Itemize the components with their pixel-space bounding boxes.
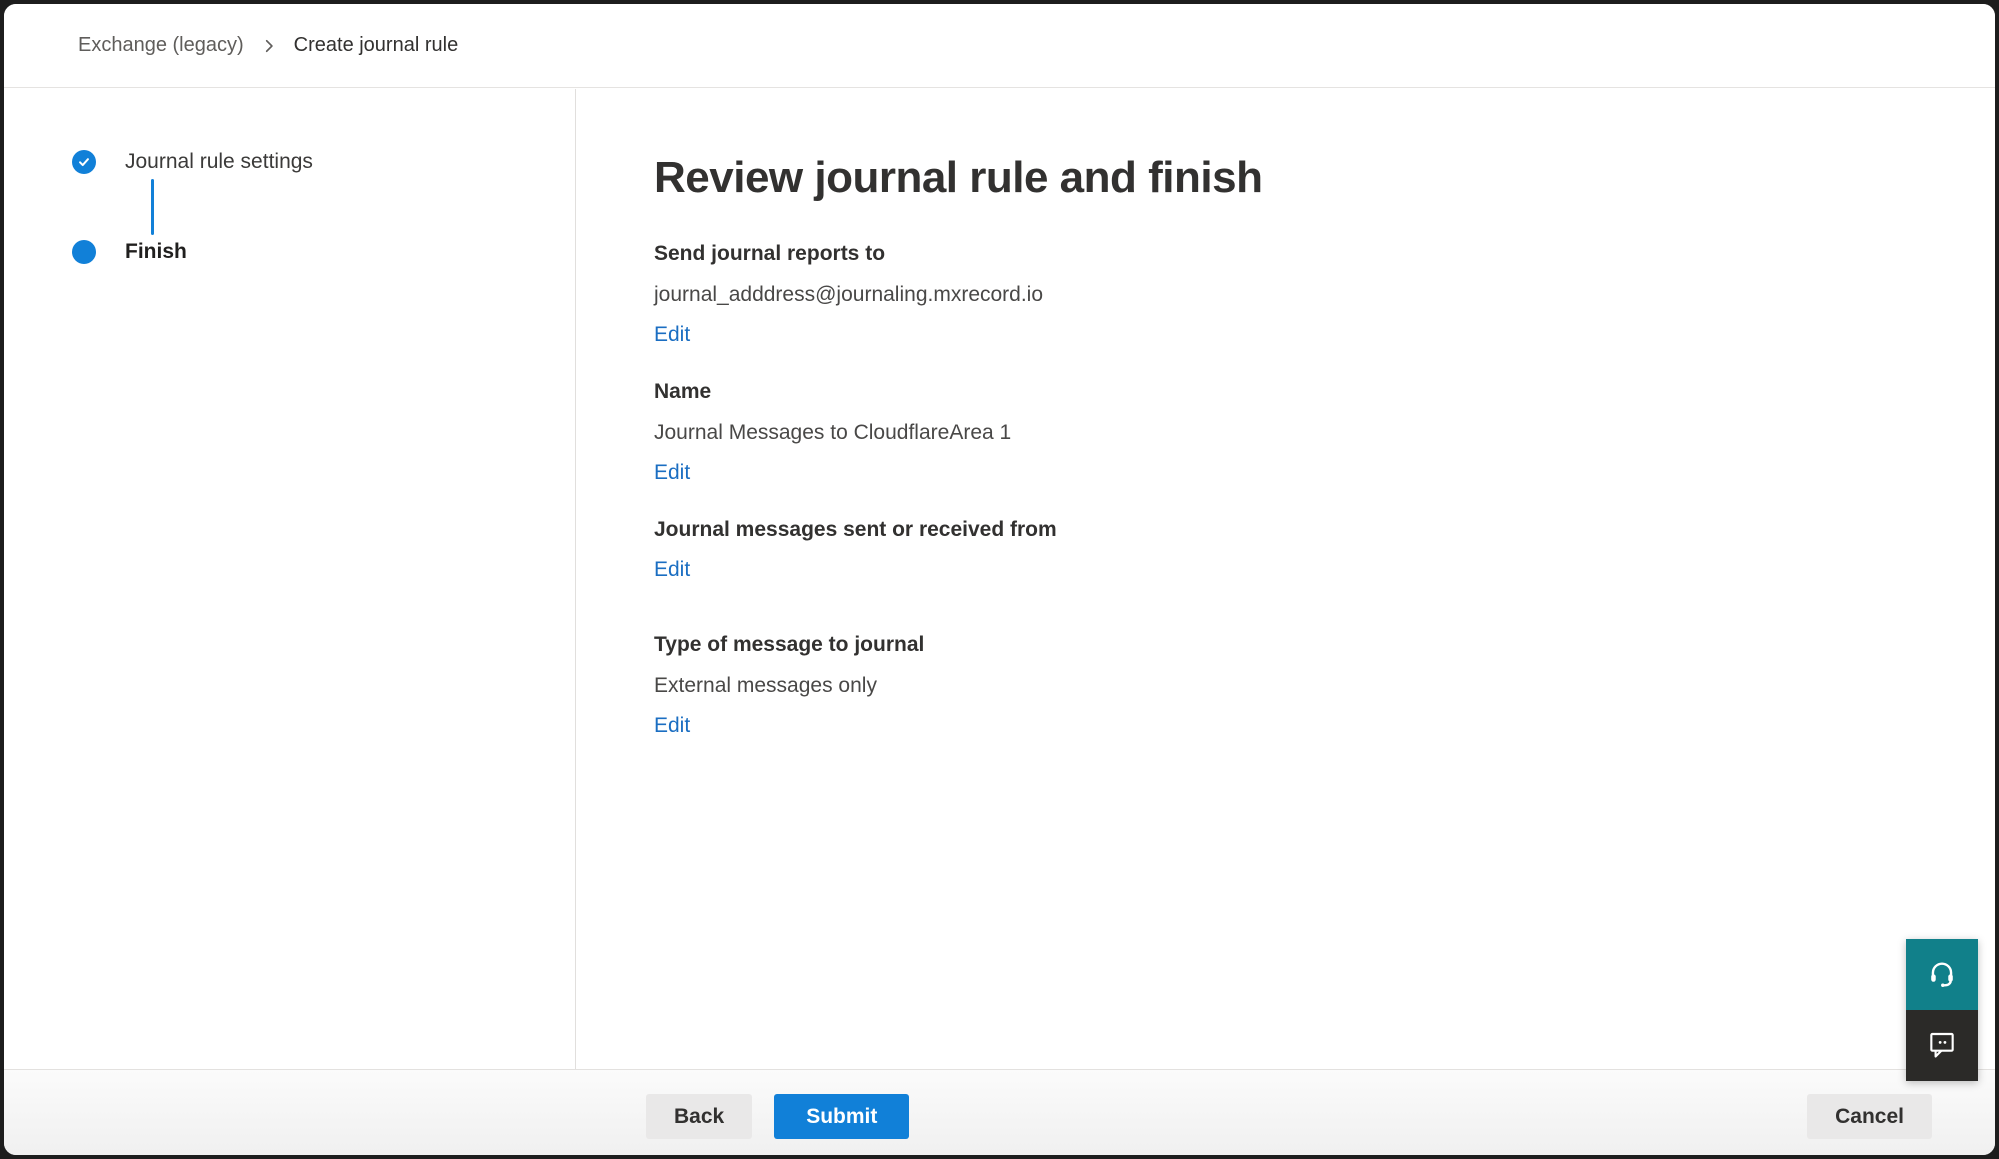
- edit-link[interactable]: Edit: [654, 321, 690, 348]
- breadcrumb-link-exchange-legacy[interactable]: Exchange (legacy): [78, 34, 244, 57]
- feedback-button[interactable]: [1906, 1010, 1978, 1081]
- submit-button[interactable]: Submit: [774, 1094, 909, 1139]
- edit-link[interactable]: Edit: [654, 556, 690, 583]
- section-value: journal_adddress@journaling.mxrecord.io: [654, 281, 1915, 308]
- section-label: Type of message to journal: [654, 631, 1915, 658]
- help-button[interactable]: [1906, 939, 1978, 1010]
- section-value: External messages only: [654, 672, 1915, 699]
- cancel-button[interactable]: Cancel: [1807, 1094, 1932, 1139]
- feedback-chat-icon: [1926, 1028, 1958, 1063]
- step-connector-line: [151, 179, 154, 235]
- back-button[interactable]: Back: [646, 1094, 752, 1139]
- breadcrumb: Exchange (legacy) Create journal rule: [78, 34, 458, 57]
- wizard-step-journal-rule-settings: Journal rule settings: [72, 148, 575, 176]
- wizard-step-label: Finish: [125, 240, 187, 264]
- review-section-name: Name Journal Messages to CloudflareArea …: [654, 378, 1915, 486]
- edit-link[interactable]: Edit: [654, 459, 690, 486]
- review-pane: Review journal rule and finish Send jour…: [577, 89, 1995, 1069]
- wizard-step-label: Journal rule settings: [125, 150, 313, 174]
- app-window: Exchange (legacy) Create journal rule Jo…: [4, 4, 1995, 1155]
- breadcrumb-current-page: Create journal rule: [294, 34, 459, 57]
- step-current-dot-icon: [72, 240, 96, 264]
- wizard-step-finish: Finish: [72, 238, 575, 266]
- top-header-bar: Exchange (legacy) Create journal rule: [4, 4, 1995, 88]
- review-section-message-type: Type of message to journal External mess…: [654, 631, 1915, 739]
- review-section-journal-messages-scope: Journal messages sent or received from E…: [654, 516, 1915, 583]
- section-label: Name: [654, 378, 1915, 405]
- chevron-right-icon: [262, 39, 276, 53]
- page-title: Review journal rule and finish: [654, 152, 1915, 204]
- footer-action-bar: Back Submit Cancel: [4, 1069, 1995, 1155]
- floating-button-stack: [1906, 939, 1978, 1081]
- edit-link[interactable]: Edit: [654, 712, 690, 739]
- review-section-send-journal-reports-to: Send journal reports to journal_adddress…: [654, 240, 1915, 348]
- headset-icon: [1926, 957, 1958, 992]
- wizard-steps-sidebar: Journal rule settings Finish: [4, 89, 576, 1069]
- section-label: Journal messages sent or received from: [654, 516, 1915, 543]
- section-value: Journal Messages to CloudflareArea 1: [654, 419, 1915, 446]
- step-completed-check-icon: [72, 150, 96, 174]
- section-label: Send journal reports to: [654, 240, 1915, 267]
